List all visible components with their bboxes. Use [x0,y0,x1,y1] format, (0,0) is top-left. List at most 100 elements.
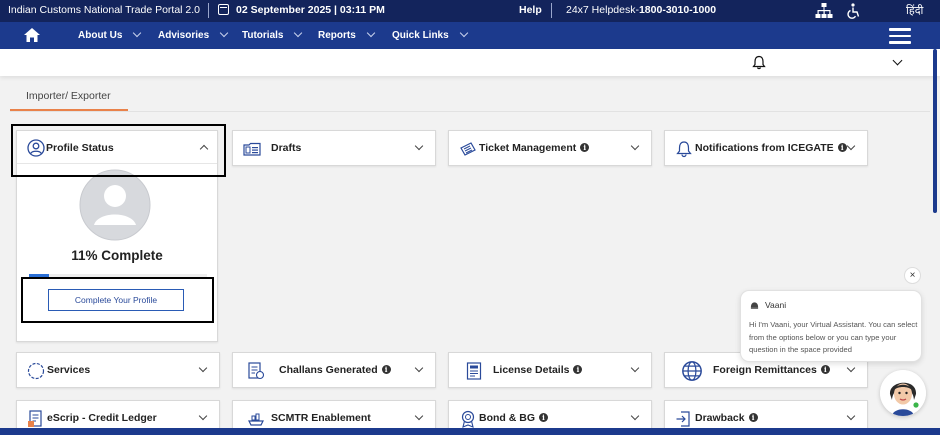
profile-progress-bar [29,274,207,278]
chevron-down-icon [198,363,208,373]
chevron-down-icon [414,363,424,373]
bell-icon[interactable] [752,55,766,70]
ticket-icon [460,142,476,156]
header-strip [0,49,940,76]
nav-label: Quick Links [392,30,449,41]
card-drafts[interactable]: Drafts [232,130,436,166]
card-label: Foreign Remittances i [713,364,830,376]
card-label-text: License Details [493,364,570,376]
tab-label: Importer/ Exporter [26,90,111,102]
bottom-bar [0,428,940,435]
scrollbar[interactable] [933,49,937,213]
chevron-down-icon [630,411,640,421]
chatbot-message: Vaani Hi I'm Vaani, your Virtual Assista… [740,290,922,362]
chevron-down-icon [133,28,142,38]
nav-item-tutorials[interactable]: Tutorials [242,28,303,41]
info-icon[interactable]: i [381,365,391,374]
bell-icon [676,141,692,158]
complete-profile-button[interactable]: Complete Your Profile [48,289,184,311]
chevron-down-icon [630,363,640,373]
calendar-icon [218,4,229,15]
chevron-down-icon [414,141,424,151]
card-label-text: Foreign Remittances [713,364,817,376]
help-link[interactable]: Help [519,4,542,16]
home-icon[interactable] [24,28,40,42]
progress-fill [29,274,49,278]
chatbot-avatar[interactable] [880,370,926,416]
tab-importer-exporter[interactable]: Importer/ Exporter [10,84,128,112]
card-services[interactable]: Services [16,352,220,388]
user-circle-icon [27,139,45,157]
card-notifications[interactable]: Notifications from ICEGATE i [664,130,868,166]
nav-label: Tutorials [242,30,284,41]
card-label: Bond & BG i [479,412,548,424]
card-label: Drafts [271,142,302,154]
info-icon[interactable]: i [820,365,830,374]
nav-item-reports[interactable]: Reports [318,28,376,41]
card-label: Challans Generated i [279,364,391,376]
helpdesk-label: 24x7 Helpdesk- [566,4,639,16]
drawback-icon [676,411,690,427]
info-icon[interactable]: i [837,143,847,152]
card-ticket-management[interactable]: Ticket Management i [448,130,652,166]
services-icon [27,362,45,380]
card-label: Notifications from ICEGATE i [695,142,847,154]
license-icon [466,362,482,380]
chevron-down-icon [846,141,856,151]
bond-icon [461,410,475,428]
sitemap-icon[interactable] [815,3,833,19]
chevron-down-icon [198,411,208,421]
card-label: eScrip - Credit Ledger [47,412,157,424]
chevron-down-icon [630,141,640,151]
hamburger-menu-icon[interactable] [889,28,911,44]
nav-item-about-us[interactable]: About Us [78,28,142,41]
divider [551,3,552,18]
card-label: SCMTR Enablement [271,412,371,424]
helpdesk-info: 24x7 Helpdesk-1800-3010-1000 [566,4,716,16]
ship-icon [248,413,264,426]
chevron-down-icon [846,363,856,373]
profile-status-card: Profile Status 11% Complete Complete You… [16,130,218,342]
date-time: 02 September 2025 | 03:11 PM [236,4,385,16]
avatar [79,169,151,241]
chevron-down-icon[interactable] [892,55,903,66]
language-toggle[interactable]: हिंदी [906,3,923,18]
chat-close-button[interactable]: × [904,267,921,284]
chevron-down-icon [294,28,303,38]
chevron-down-icon [846,411,856,421]
chatbot-name: Vaani [765,300,787,310]
nav-label: Reports [318,30,356,41]
tab-divider [10,111,930,112]
info-icon[interactable]: i [573,365,583,374]
card-challans-generated[interactable]: Challans Generated i [232,352,436,388]
nav-item-advisories[interactable]: Advisories [158,28,229,41]
top-bar: Indian Customs National Trade Portal 2.0… [0,0,940,22]
helpdesk-number: 1800-3010-1000 [638,4,717,16]
chat-bot-icon [750,302,759,309]
info-icon[interactable]: i [539,413,548,422]
assistant-face-icon [880,370,926,416]
accessibility-icon[interactable] [845,3,861,19]
nav-item-quick-links[interactable]: Quick Links [392,28,468,41]
card-label-text: Bond & BG [479,412,535,424]
profile-completion-text: 11% Complete [71,248,163,263]
challan-icon [248,362,265,380]
globe-icon [682,361,702,381]
card-label: Ticket Management i [479,142,590,154]
chatbot-greeting: Hi I'm Vaani, your Virtual Assistant. Yo… [749,320,918,354]
card-license-details[interactable]: License Details i [448,352,652,388]
card-label-text: Challans Generated [279,364,378,376]
drafts-icon [243,142,261,156]
info-icon[interactable]: i [580,143,590,152]
chevron-down-icon [219,28,229,38]
profile-status-header[interactable]: Profile Status [17,131,217,164]
portal-title: Indian Customs National Trade Portal 2.0 [8,4,201,16]
nav-label: Advisories [158,30,210,41]
info-icon[interactable]: i [748,413,758,422]
chevron-up-icon[interactable] [199,144,209,154]
escrip-icon [28,410,42,427]
card-label: License Details i [493,364,583,376]
chevron-down-icon [366,28,376,38]
nav-label: About Us [78,30,123,41]
profile-status-title: Profile Status [46,142,114,154]
